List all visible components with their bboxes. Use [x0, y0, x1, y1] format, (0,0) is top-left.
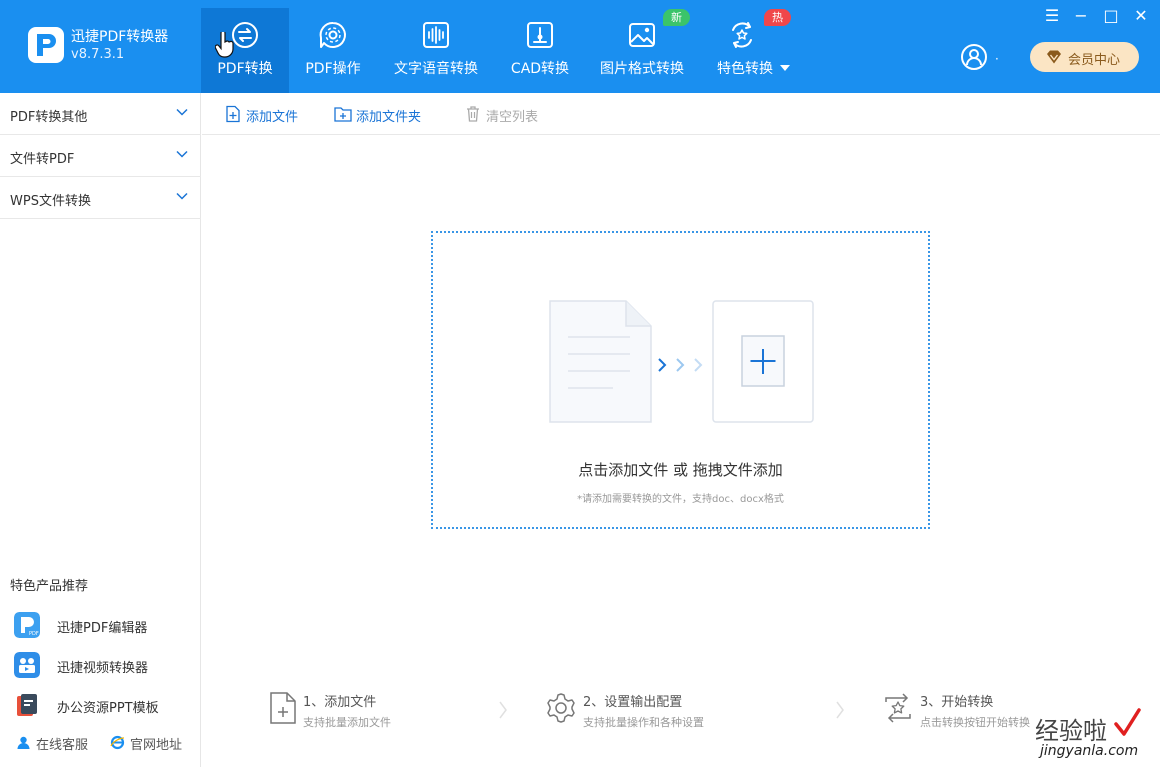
tab-text-speech[interactable]: 文字语音转换: [380, 8, 492, 93]
step-arrow-icon: [499, 701, 507, 719]
image-icon: [629, 23, 655, 47]
diamond-icon: [1047, 50, 1061, 64]
tab-special-convert[interactable]: 特色转换 热: [704, 8, 800, 93]
sidebar-item-file-to-pdf[interactable]: 文件转PDF: [0, 135, 201, 177]
new-badge: 新: [663, 9, 690, 26]
chevron-down-icon: [176, 150, 188, 158]
checkmark-icon: [1114, 708, 1141, 736]
video-converter-icon: [14, 652, 40, 678]
svg-text:PDF: PDF: [29, 631, 39, 637]
vip-center-label: 会员中心: [1068, 53, 1121, 68]
vip-center-button[interactable]: 会员中心: [1030, 42, 1139, 72]
sidebar: PDF转换其他 文件转PDF WPS文件转换 特色产品推荐 PDF 迅捷PDF编…: [0, 93, 201, 767]
step-title: 1、添加文件: [303, 695, 377, 710]
sidebar-item-label: WPS文件转换: [10, 194, 91, 209]
tab-pdf-operation[interactable]: PDF操作: [289, 8, 377, 93]
hot-badge: 热: [764, 9, 791, 26]
add-folder-button[interactable]: 添加文件夹: [334, 104, 438, 125]
step-output-settings: 2、设置输出配置 支持批量操作和各种设置: [545, 690, 765, 730]
minimize-icon[interactable]: −: [1071, 6, 1091, 26]
file-drop-zone[interactable]: 点击添加文件 或 拖拽文件添加 *请添加需要转换的文件，支持doc、docx格式: [431, 231, 930, 529]
step-add-file: 1、添加文件 支持批量添加文件: [268, 690, 468, 730]
step-subtitle: 点击转换按钮开始转换: [920, 716, 1030, 729]
app-version: v8.7.3.1: [71, 47, 125, 62]
step-start-convert: 3、开始转换 点击转换按钮开始转换: [882, 690, 1052, 730]
drop-zone-main-text: 点击添加文件 或 拖拽文件添加: [578, 461, 783, 479]
chevron-down-icon: [176, 108, 188, 116]
maximize-icon[interactable]: □: [1101, 6, 1121, 26]
tab-label: CAD转换: [510, 61, 570, 77]
ie-icon: [110, 735, 125, 750]
gear-icon: [547, 693, 575, 723]
recommend-label: 迅捷PDF编辑器: [57, 621, 148, 636]
add-folder-icon: [334, 107, 352, 122]
clear-list-button[interactable]: 清空列表: [464, 104, 554, 125]
hand-cursor-icon: [215, 32, 234, 58]
user-avatar-icon[interactable]: [959, 42, 989, 72]
drop-illustration: [549, 300, 814, 423]
recommend-label: 办公资源PPT模板: [57, 701, 159, 716]
recommend-title: 特色产品推荐: [10, 579, 89, 594]
user-name: ·: [995, 52, 999, 66]
trash-icon: [467, 106, 479, 122]
sidebar-item-label: PDF转换其他: [10, 110, 88, 125]
watermark-url: jingyanla.com: [1040, 743, 1139, 759]
cad-icon: [527, 22, 553, 48]
step-subtitle: 支持批量操作和各种设置: [583, 716, 704, 729]
recommend-pdf-editor[interactable]: PDF 迅捷PDF编辑器: [14, 612, 194, 640]
add-file-icon: [270, 692, 296, 724]
convert-star-icon: [885, 693, 911, 723]
tab-cad-convert[interactable]: CAD转换: [499, 8, 581, 93]
menu-icon[interactable]: ☰: [1042, 6, 1062, 26]
app-name: 迅捷PDF转换器: [71, 29, 169, 45]
sidebar-item-pdf-to-other[interactable]: PDF转换其他: [0, 93, 201, 135]
ppt-template-icon: [17, 694, 37, 716]
sidebar-item-label: 文件转PDF: [10, 152, 75, 167]
tab-label: PDF操作: [305, 61, 361, 77]
recommend-ppt-template[interactable]: 办公资源PPT模板: [14, 692, 194, 720]
sidebar-item-wps-convert[interactable]: WPS文件转换: [0, 177, 201, 219]
online-service-label: 在线客服: [36, 738, 89, 753]
step-subtitle: 支持批量添加文件: [303, 716, 391, 729]
app-header: 迅捷PDF转换器 v8.7.3.1 PDF转换 PDF操作 文字语音转换 CAD…: [0, 0, 1160, 93]
watermark-text: 经验啦: [1035, 717, 1107, 745]
official-site-link[interactable]: 官网地址: [110, 734, 190, 753]
step-arrow-icon: [836, 701, 844, 719]
step-title: 2、设置输出配置: [583, 695, 683, 710]
add-folder-label: 添加文件夹: [356, 110, 422, 125]
recommend-label: 迅捷视频转换器: [57, 661, 149, 676]
audio-wave-icon: [423, 22, 449, 48]
tab-label: PDF转换: [217, 61, 273, 77]
pdf-editor-icon: PDF: [14, 612, 40, 638]
caret-down-icon: [780, 65, 790, 71]
tab-label: 图片格式转换: [600, 61, 684, 77]
recommend-video-converter[interactable]: 迅捷视频转换器: [14, 652, 194, 680]
step-title: 3、开始转换: [920, 695, 994, 710]
star-refresh-icon: [732, 22, 752, 48]
tab-label: 特色转换: [717, 61, 773, 77]
gear-bubble-icon: [319, 21, 346, 48]
add-file-icon: [226, 105, 240, 123]
app-logo: [28, 27, 64, 63]
chevron-down-icon: [176, 192, 188, 200]
user-service-icon: [17, 736, 30, 749]
tab-label: 文字语音转换: [394, 61, 478, 77]
add-file-label: 添加文件: [246, 110, 299, 125]
official-site-label: 官网地址: [130, 738, 183, 753]
close-icon[interactable]: ✕: [1131, 6, 1151, 26]
online-service-link[interactable]: 在线客服: [16, 734, 96, 753]
drop-zone-hint: *请添加需要转换的文件，支持doc、docx格式: [577, 494, 784, 505]
chevron-right-icon: [658, 358, 667, 372]
add-file-button[interactable]: 添加文件: [224, 104, 314, 125]
tab-image-convert[interactable]: 图片格式转换 新: [591, 8, 693, 93]
toolbar: 添加文件 添加文件夹 清空列表: [202, 93, 1160, 135]
clear-list-label: 清空列表: [486, 110, 539, 125]
